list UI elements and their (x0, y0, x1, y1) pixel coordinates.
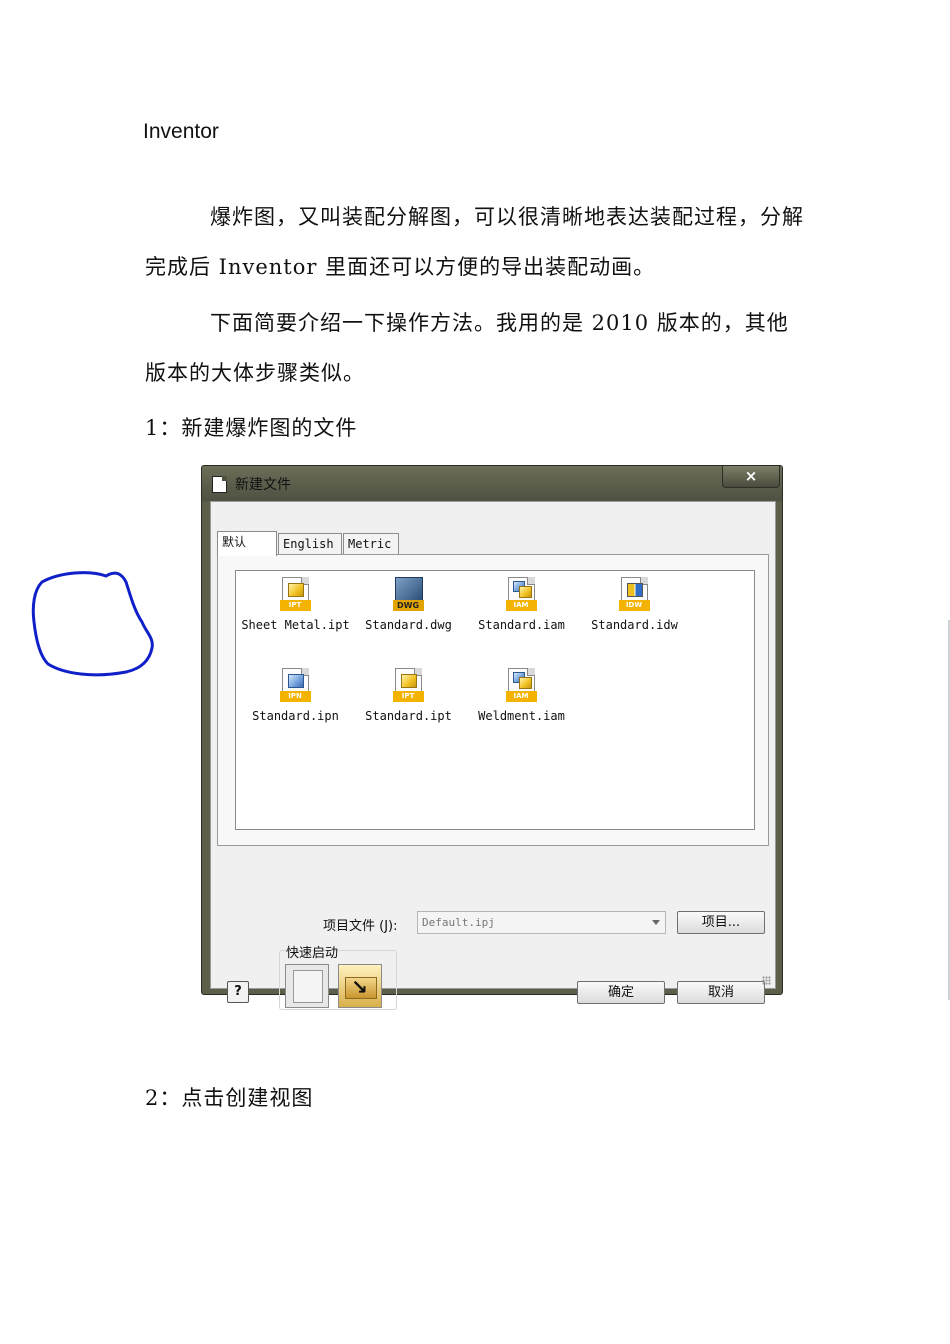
file-name: Standard.ipt (365, 709, 452, 723)
document-heading: Inventor (143, 120, 219, 143)
file-name: Sheet Metal.ipt (241, 618, 350, 632)
blank-document-icon (293, 970, 323, 1003)
file-item-standard-ipt[interactable]: IPT Standard.ipt (351, 668, 466, 723)
file-name: Weldment.iam (478, 709, 565, 723)
cancel-button[interactable]: 取消 (677, 981, 765, 1004)
tab-metric[interactable]: Metric (343, 533, 399, 555)
method-paragraph: 下面简要介绍一下操作方法。我用的是 2010 版本的，其他版本的大体步骤类似。 (145, 311, 789, 385)
drawing-idw-file-icon: IDW (618, 577, 651, 613)
close-button[interactable]: × (722, 466, 780, 488)
project-file-select[interactable]: Default.ipj (417, 911, 666, 934)
file-badge: IPT (279, 600, 311, 611)
file-item-standard-ipn[interactable]: IPN Standard.ipn (238, 668, 353, 723)
file-name: Standard.ipn (252, 709, 339, 723)
tab-english[interactable]: English (278, 533, 342, 555)
arrow-icon: ↘ (351, 975, 368, 999)
weldment-file-icon: IAM (505, 668, 538, 704)
help-button[interactable]: ? (227, 981, 249, 1003)
file-item-standard-idw[interactable]: IDW Standard.idw (577, 577, 692, 632)
file-item-standard-iam[interactable]: IAM Standard.iam (464, 577, 579, 632)
drawing-dwg-file-icon: DWG (392, 577, 425, 613)
tab-default[interactable]: 默认 (217, 531, 277, 556)
file-badge: IAM (505, 691, 537, 702)
file-item-weldment-iam[interactable]: IAM Weldment.iam (464, 668, 579, 723)
resize-grip[interactable] (762, 976, 771, 985)
new-blank-file-button[interactable] (285, 964, 329, 1008)
project-file-value: Default.ipj (422, 916, 495, 929)
quick-launch-label: 快速启动 (286, 946, 339, 961)
file-badge: IPN (279, 691, 311, 702)
file-name: Standard.iam (478, 618, 565, 632)
file-item-standard-dwg[interactable]: DWG Standard.dwg (351, 577, 466, 632)
step-1-heading: 1：新建爆炸图的文件 (145, 416, 358, 440)
file-badge: IAM (505, 600, 537, 611)
file-badge: IDW (618, 600, 650, 611)
template-file-list: IPT Sheet Metal.ipt DWG Standard.dwg IAM (235, 570, 755, 830)
dialog-client-area: 默认 English Metric IPT Sheet Metal.ipt DW… (210, 501, 776, 1010)
dialog-title: 新建文件 (235, 477, 291, 493)
intro-paragraph: 爆炸图，又叫装配分解图，可以很清晰地表达装配过程，分解完成后 Inventor … (145, 205, 804, 279)
dialog-titlebar: 新建文件 × (202, 466, 782, 500)
hand-drawn-circle-annotation (31, 571, 154, 677)
project-file-label: 项目文件 (J): (323, 919, 398, 934)
file-name: Standard.dwg (365, 618, 452, 632)
assembly-file-icon: IAM (505, 577, 538, 613)
part-file-icon: IPT (279, 577, 312, 613)
new-document-icon (212, 476, 227, 493)
open-file-button[interactable]: ↘ (338, 964, 382, 1008)
part-file-icon: IPT (392, 668, 425, 704)
tab-panel: IPT Sheet Metal.ipt DWG Standard.dwg IAM (217, 554, 769, 846)
file-badge: IPT (392, 691, 424, 702)
ok-button[interactable]: 确定 (577, 981, 665, 1004)
new-file-dialog-screenshot: 新建文件 × 默认 English Metric IPT Sheet Metal… (201, 465, 783, 1010)
presentation-file-icon: IPN (279, 668, 312, 704)
file-name: Standard.idw (591, 618, 678, 632)
file-item-sheet-metal-ipt[interactable]: IPT Sheet Metal.ipt (238, 577, 353, 632)
chevron-down-icon (652, 920, 660, 925)
projects-button[interactable]: 项目... (677, 911, 765, 934)
annotation-stroke (31, 571, 154, 677)
step-2-heading: 2：点击创建视图 (145, 1086, 314, 1110)
file-badge: DWG (392, 600, 424, 611)
